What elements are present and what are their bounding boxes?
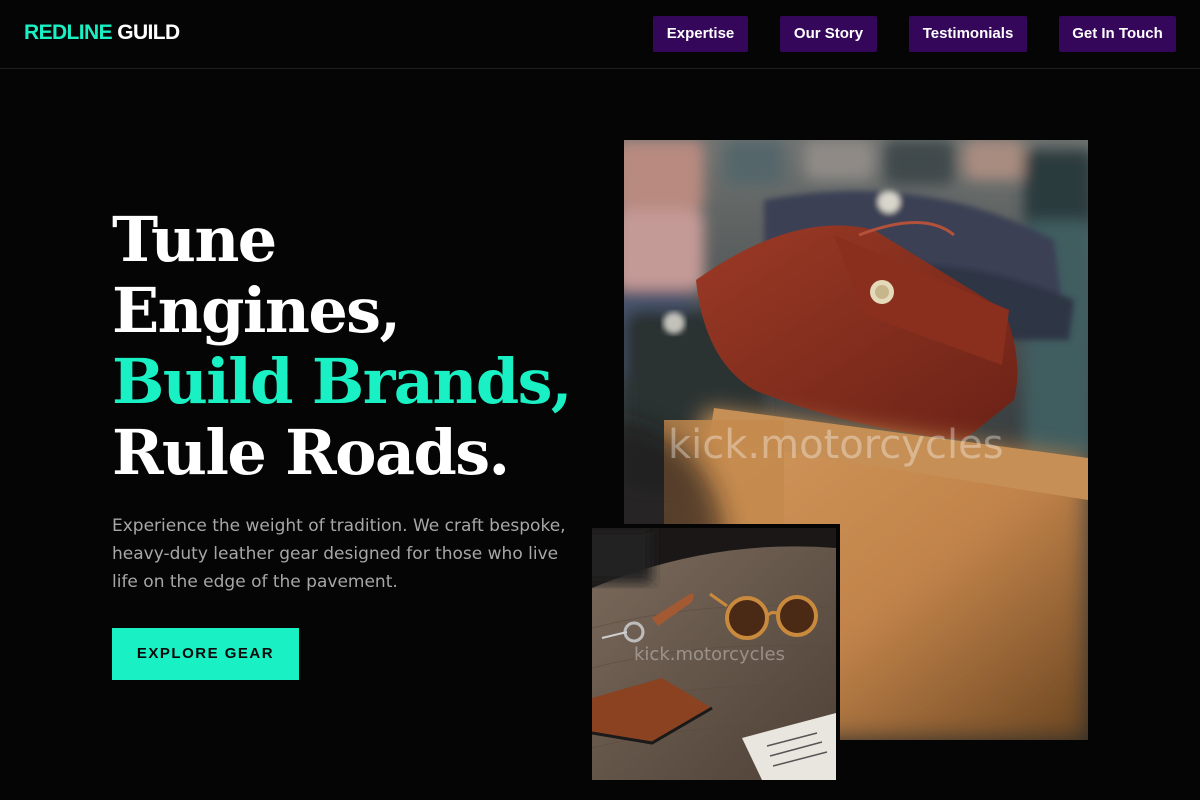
main-photo-watermark: kick.motorcycles	[668, 422, 1004, 468]
hero-subtitle: Experience the weight of tradition. We c…	[112, 516, 566, 592]
nav-get-in-touch-button[interactable]: Get In Touch	[1059, 16, 1176, 52]
brand-logo[interactable]: REDLINE GUILD	[24, 20, 180, 46]
hero-headline: Tune Engines, Build Brands, Rule Roads.	[112, 203, 572, 489]
accessories-photo-frame: kick.motorcycles	[588, 524, 840, 780]
logo-accent-text: REDLINE	[24, 21, 113, 44]
nav-testimonials-button[interactable]: Testimonials	[909, 16, 1027, 52]
explore-gear-button[interactable]: EXPLORE GEAR	[112, 628, 299, 680]
nav-our-story-button[interactable]: Our Story	[780, 16, 877, 52]
small-photo-watermark: kick.motorcycles	[634, 644, 785, 665]
accessories-photo: kick.motorcycles	[592, 528, 836, 780]
headline-line-2: Engines,	[112, 274, 401, 347]
headline-line-3-highlight: Build Brands,	[112, 345, 572, 418]
headline-line-4: Rule Roads.	[112, 416, 510, 489]
nav-expertise-button[interactable]: Expertise	[653, 16, 748, 52]
logo-text: GUILD	[111, 21, 180, 44]
headline-line-1: Tune	[112, 203, 277, 276]
site-header: REDLINE GUILD Expertise Our Story Testim…	[0, 0, 1200, 69]
